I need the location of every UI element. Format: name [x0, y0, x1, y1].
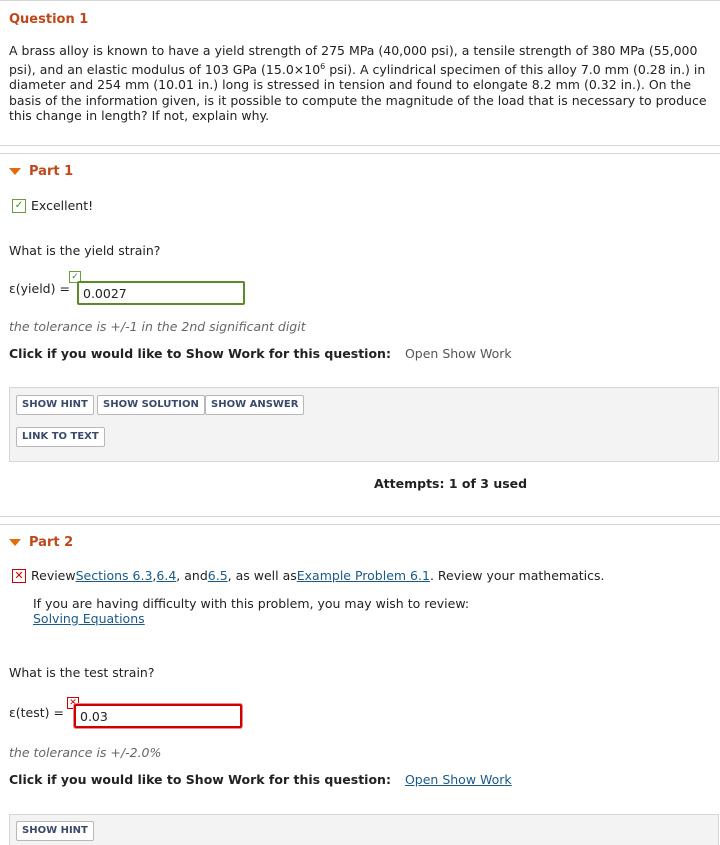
solving-equations-link[interactable]: Solving Equations [33, 611, 145, 626]
divider [0, 153, 720, 154]
part1-showwork: Click if you would like to Show Work for… [9, 346, 512, 361]
show-solution-button[interactable]: SHOW SOLUTION [97, 395, 205, 415]
yield-strain-input[interactable] [77, 281, 245, 305]
part2-feedback: ✕ ReviewSections 6.3,6.4, and6.5, as wel… [12, 568, 604, 583]
sections-link[interactable]: Sections 6.3 [76, 568, 153, 583]
part1-header[interactable]: Part 1 [9, 164, 73, 179]
checkmark-icon: ✓ [12, 198, 26, 213]
part1-feedback: ✓ Excellent! [12, 198, 93, 213]
part1-attempts: Attempts: 1 of 3 used [374, 476, 528, 491]
part2-header[interactable]: Part 2 [9, 535, 73, 550]
part1-prompt: What is the yield strain? [9, 243, 161, 258]
show-answer-button[interactable]: SHOW ANSWER [205, 395, 305, 415]
part2-title: Part 2 [29, 535, 74, 550]
top-divider [0, 0, 720, 1]
open-show-work-link[interactable]: Open Show Work [405, 772, 512, 787]
feedback-text: Excellent! [31, 198, 94, 213]
part1-title: Part 1 [29, 164, 74, 179]
difficulty-note: If you are having difficulty with this p… [33, 596, 470, 626]
part2-answer-label: ε(test) = [9, 705, 64, 720]
divider [0, 145, 720, 146]
example-problem-link[interactable]: Example Problem 6.1 [297, 568, 430, 583]
part2-button-panel: SHOW HINT [9, 814, 719, 845]
open-show-work-link[interactable]: Open Show Work [405, 346, 512, 361]
part2-showwork: Click if you would like to Show Work for… [9, 772, 512, 787]
show-hint-button[interactable]: SHOW HINT [16, 821, 94, 841]
triangle-down-icon [9, 168, 21, 175]
triangle-down-icon [9, 539, 21, 546]
divider [0, 524, 720, 525]
part2-tolerance: the tolerance is +/-2.0% [9, 745, 162, 760]
link-to-text-button[interactable]: LINK TO TEXT [16, 427, 105, 447]
divider [0, 516, 720, 517]
part2-prompt: What is the test strain? [9, 665, 155, 680]
question-text: A brass alloy is known to have a yield s… [9, 43, 707, 124]
x-mark-icon: ✕ [12, 568, 26, 583]
section-6-5-link[interactable]: 6.5 [208, 568, 228, 583]
section-6-4-link[interactable]: 6.4 [156, 568, 176, 583]
part1-answer-label: ε(yield) = [9, 281, 70, 296]
test-strain-input[interactable] [74, 704, 242, 728]
show-hint-button[interactable]: SHOW HINT [16, 395, 94, 415]
review-text: ReviewSections 6.3,6.4, and6.5, as well … [31, 568, 605, 583]
question-title: Question 1 [9, 12, 89, 27]
part1-tolerance: the tolerance is +/-1 in the 2nd signifi… [9, 319, 306, 334]
part1-button-panel: SHOW HINT SHOW SOLUTION SHOW ANSWER LINK… [9, 387, 719, 462]
